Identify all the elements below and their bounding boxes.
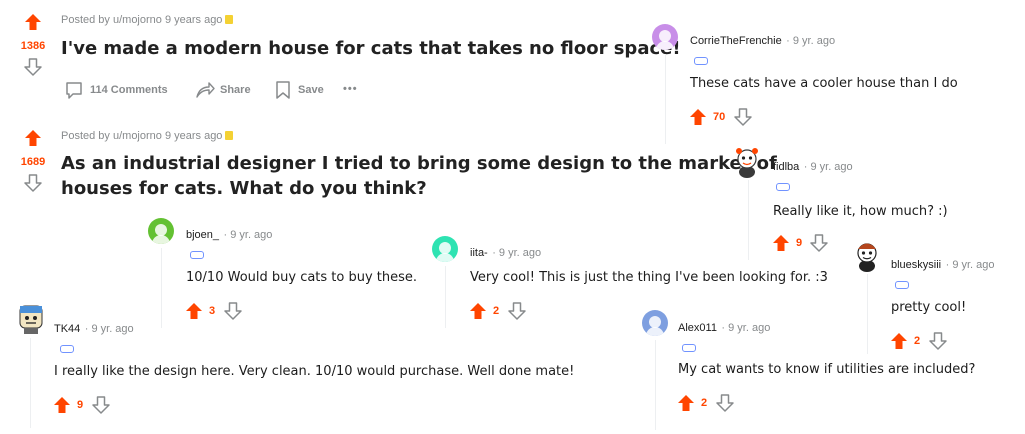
upvote-arrow-icon[interactable] — [24, 129, 42, 147]
comment-score: 3 — [209, 305, 216, 317]
flair-icon — [694, 57, 708, 65]
comment-header: blueskysiii · 9 yr. ago — [891, 255, 995, 273]
post-score: 1689 — [20, 156, 46, 168]
thread-line[interactable] — [867, 274, 868, 354]
timestamp: · 9 yr. ago — [84, 323, 134, 335]
thread-line[interactable] — [161, 248, 162, 328]
username[interactable]: Alex011 — [678, 322, 717, 334]
comment-header: iita- · 9 yr. ago — [470, 243, 541, 261]
timestamp: · 9 yr. ago — [803, 161, 853, 173]
upvote-arrow-icon[interactable] — [53, 396, 71, 414]
downvote-arrow-icon[interactable] — [508, 302, 526, 320]
username[interactable]: fidlba — [773, 161, 799, 173]
comment-score: 2 — [701, 397, 708, 409]
flair-icon — [60, 345, 74, 353]
avatar[interactable] — [854, 238, 880, 272]
more-options-icon[interactable]: ••• — [343, 83, 358, 95]
upvote-arrow-icon[interactable] — [689, 108, 707, 126]
downvote-arrow-icon[interactable] — [92, 396, 110, 414]
username[interactable]: TK44 — [54, 323, 80, 335]
downvote-arrow-icon[interactable] — [810, 234, 828, 252]
downvote-arrow-icon[interactable] — [224, 302, 242, 320]
comment-header: fidlba · 9 yr. ago — [773, 157, 853, 175]
downvote-arrow-icon[interactable] — [24, 174, 42, 192]
comment-icon[interactable] — [64, 80, 84, 100]
comment-header: CorrieTheFrenchie · 9 yr. ago — [690, 31, 835, 49]
upvote-arrow-icon[interactable] — [24, 13, 42, 31]
award-icon — [225, 15, 234, 24]
timestamp: · 9 yr. ago — [786, 35, 836, 47]
comment-text: Really like it, how much? :) — [773, 204, 948, 219]
comment-score: 2 — [493, 305, 500, 317]
post-meta-text: Posted by u/mojorno 9 years ago — [61, 130, 223, 142]
flair-icon — [895, 281, 909, 289]
upvote-arrow-icon[interactable] — [185, 302, 203, 320]
post-meta: Posted by u/mojorno 9 years ago — [61, 14, 234, 26]
comment-header: Alex011 · 9 yr. ago — [678, 318, 770, 336]
username[interactable]: iita- — [470, 247, 488, 259]
comment-text: pretty cool! — [891, 300, 967, 315]
username[interactable]: blueskysiii — [891, 259, 941, 271]
post-score: 1386 — [20, 40, 46, 52]
thread-line[interactable] — [748, 180, 749, 260]
save-button[interactable]: Save — [298, 84, 324, 96]
share-button[interactable]: Share — [220, 84, 251, 96]
comment-text: My cat wants to know if utilities are in… — [678, 362, 976, 377]
flair-icon — [190, 251, 204, 259]
downvote-arrow-icon[interactable] — [734, 108, 752, 126]
upvote-arrow-icon[interactable] — [469, 302, 487, 320]
flair-icon — [682, 344, 696, 352]
comments-button[interactable]: 114 Comments — [90, 84, 168, 96]
post-meta: Posted by u/mojorno 9 years ago — [61, 130, 234, 142]
thread-line[interactable] — [665, 54, 666, 144]
comment-score: 2 — [914, 335, 921, 347]
avatar[interactable] — [652, 24, 678, 50]
upvote-arrow-icon[interactable] — [772, 234, 790, 252]
downvote-arrow-icon[interactable] — [716, 394, 734, 412]
comment-text: These cats have a cooler house than I do — [690, 76, 958, 91]
timestamp: · 9 yr. ago — [492, 247, 542, 259]
username[interactable]: bjoen_ — [186, 229, 219, 241]
flair-icon — [776, 183, 790, 191]
avatar[interactable] — [148, 218, 174, 244]
avatar[interactable] — [432, 236, 458, 262]
post-title[interactable]: I've made a modern house for cats that t… — [61, 36, 681, 61]
timestamp: · 9 yr. ago — [721, 322, 771, 334]
comment-score: 9 — [796, 237, 803, 249]
comment-score: 9 — [77, 399, 84, 411]
downvote-arrow-icon[interactable] — [24, 58, 42, 76]
thread-line[interactable] — [655, 340, 656, 430]
username[interactable]: CorrieTheFrenchie — [690, 35, 782, 47]
comment-text: Very cool! This is just the thing I've b… — [470, 270, 828, 285]
share-icon[interactable] — [194, 80, 216, 100]
award-icon — [225, 131, 234, 140]
thread-line[interactable] — [30, 338, 31, 428]
comment-text: I really like the design here. Very clea… — [54, 364, 575, 379]
thread-line[interactable] — [445, 266, 446, 328]
upvote-arrow-icon[interactable] — [890, 332, 908, 350]
post-meta-text: Posted by u/mojorno 9 years ago — [61, 14, 223, 26]
timestamp: · 9 yr. ago — [945, 259, 995, 271]
timestamp: · 9 yr. ago — [223, 229, 273, 241]
avatar[interactable] — [642, 310, 668, 336]
comment-text: 10/10 Would buy cats to buy these. — [186, 270, 418, 285]
avatar[interactable] — [17, 304, 45, 334]
post-title-line-2[interactable]: houses for cats. What do you think? — [61, 176, 427, 201]
post-title-line-1[interactable]: As an industrial designer I tried to bri… — [61, 151, 777, 176]
downvote-arrow-icon[interactable] — [929, 332, 947, 350]
bookmark-icon[interactable] — [274, 80, 292, 100]
comment-score: 70 — [713, 111, 726, 123]
comment-header: TK44 · 9 yr. ago — [54, 319, 134, 337]
avatar[interactable] — [734, 144, 760, 178]
comment-header: bjoen_ · 9 yr. ago — [186, 225, 272, 243]
upvote-arrow-icon[interactable] — [677, 394, 695, 412]
